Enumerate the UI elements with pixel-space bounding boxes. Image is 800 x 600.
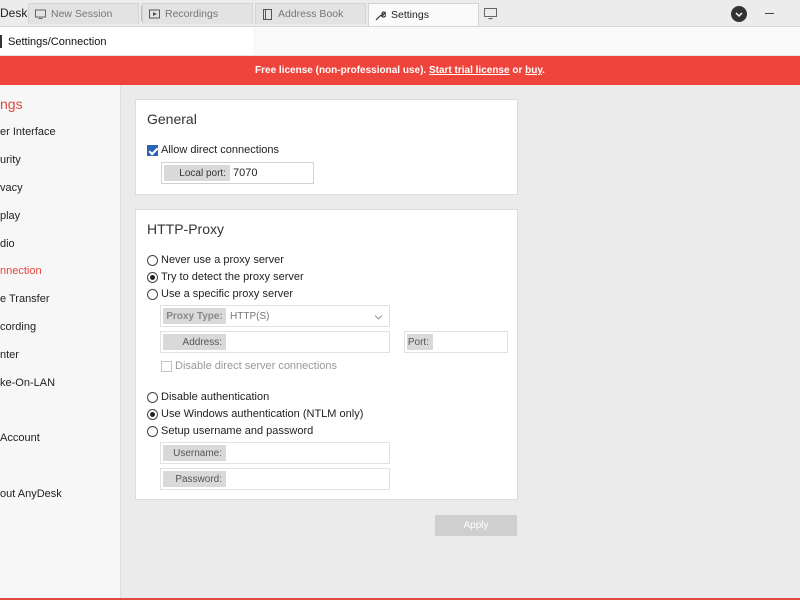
proxy-type-value: HTTP(S) [230,311,270,322]
proxy-port-label: Port: [407,334,433,350]
local-port-field[interactable]: Local port: 7070 [161,162,314,184]
banner-period: . [542,65,545,76]
sidebar-item-account[interactable]: Account [0,432,40,444]
sidebar-item-recording[interactable]: cording [0,321,36,333]
password-label: Password: [163,471,226,487]
local-port-label: Local port: [164,165,230,181]
proxy-address-input[interactable] [227,334,387,350]
specific-proxy-label: Use a specific proxy server [161,288,294,300]
sidebar-item-user-interface[interactable]: er Interface [0,126,56,138]
specific-proxy-radio[interactable] [147,289,158,300]
proxy-type-label: Proxy Type: [163,308,226,324]
minimize-icon[interactable] [765,13,774,14]
license-banner: Free license (non-professional use). Sta… [0,56,800,85]
apply-button[interactable]: Apply [435,515,517,536]
windows-auth-radio[interactable] [147,409,158,420]
address-field-area[interactable] [254,27,800,55]
book-icon [262,8,273,20]
username-label: Username: [163,445,226,461]
http-proxy-panel: HTTP-Proxy Never use a proxy server Try … [135,209,518,500]
address-bar: Settings/Connection [0,27,800,56]
sidebar-item-audio[interactable]: dio [0,238,15,250]
disable-direct-server-checkbox[interactable] [161,361,172,372]
tab-address-book[interactable]: Address Book [255,3,366,24]
address-path[interactable]: Settings/Connection [8,36,106,48]
setup-credentials-label: Setup username and password [161,425,314,437]
proxy-port-input[interactable] [434,334,504,350]
proxy-address-label: Address: [163,334,226,350]
tab-label: Address Book [278,8,344,20]
proxy-address-field[interactable]: Address: [160,331,390,353]
start-trial-link[interactable]: Start trial license [429,65,510,76]
general-panel: General Allow direct connections Local p… [135,99,518,195]
sidebar-item-wake-on-lan[interactable]: ke-On-LAN [0,377,55,389]
chevron-down-icon [374,312,383,324]
disable-auth-label: Disable authentication [161,391,270,403]
tab-settings[interactable]: Settings [368,3,479,26]
sidebar-heading: ngs [0,96,23,112]
disable-auth-radio[interactable] [147,392,158,403]
disable-direct-server-label: Disable direct server connections [175,360,338,372]
detect-proxy-label: Try to detect the proxy server [161,271,304,283]
tab-recordings[interactable]: Recordings [142,3,253,24]
tab-label: Settings [391,9,429,21]
sidebar-item-about[interactable]: out AnyDesk [0,488,62,500]
banner-text: Free license (non-professional use). [255,65,429,76]
tab-bar: Desk New Session Recordings Address Book… [0,0,800,27]
tab-label: New Session [51,8,113,20]
download-icon[interactable] [731,6,747,22]
sidebar-item-display[interactable]: play [0,210,20,222]
never-proxy-radio[interactable] [147,255,158,266]
sidebar-item-security[interactable]: urity [0,154,21,166]
settings-sidebar: ngs er Interface urity vacy play dio nne… [0,85,121,600]
password-field[interactable]: Password: [160,468,390,490]
tab-label: Recordings [165,8,219,20]
local-port-value: 7070 [233,167,258,179]
monitor-icon [35,9,46,20]
banner-or-text: or [509,65,526,76]
sidebar-item-printer[interactable]: nter [0,349,19,361]
http-proxy-title: HTTP-Proxy [147,221,224,237]
proxy-type-select[interactable]: Proxy Type: HTTP(S) [160,305,390,327]
tab-new-session[interactable]: New Session [28,3,139,24]
sidebar-item-file-transfer[interactable]: e Transfer [0,293,50,305]
windows-auth-label: Use Windows authentication (NTLM only) [161,408,364,420]
general-title: General [147,111,197,127]
play-icon [149,9,160,20]
buy-link[interactable]: buy [525,65,542,76]
proxy-port-field[interactable]: Port: [404,331,508,353]
new-tab-icon[interactable] [484,8,497,20]
allow-direct-label: Allow direct connections [161,144,280,156]
sidebar-item-privacy[interactable]: vacy [0,182,23,194]
password-input[interactable] [227,471,387,487]
setup-credentials-radio[interactable] [147,426,158,437]
username-input[interactable] [227,445,387,461]
address-marker [0,35,2,48]
never-proxy-label: Never use a proxy server [161,254,284,266]
detect-proxy-radio[interactable] [147,272,158,283]
sidebar-item-connection[interactable]: nnection [0,265,42,277]
username-field[interactable]: Username: [160,442,390,464]
allow-direct-checkbox[interactable] [147,145,158,156]
app-title: Desk [0,6,28,20]
wrench-icon [375,10,386,21]
